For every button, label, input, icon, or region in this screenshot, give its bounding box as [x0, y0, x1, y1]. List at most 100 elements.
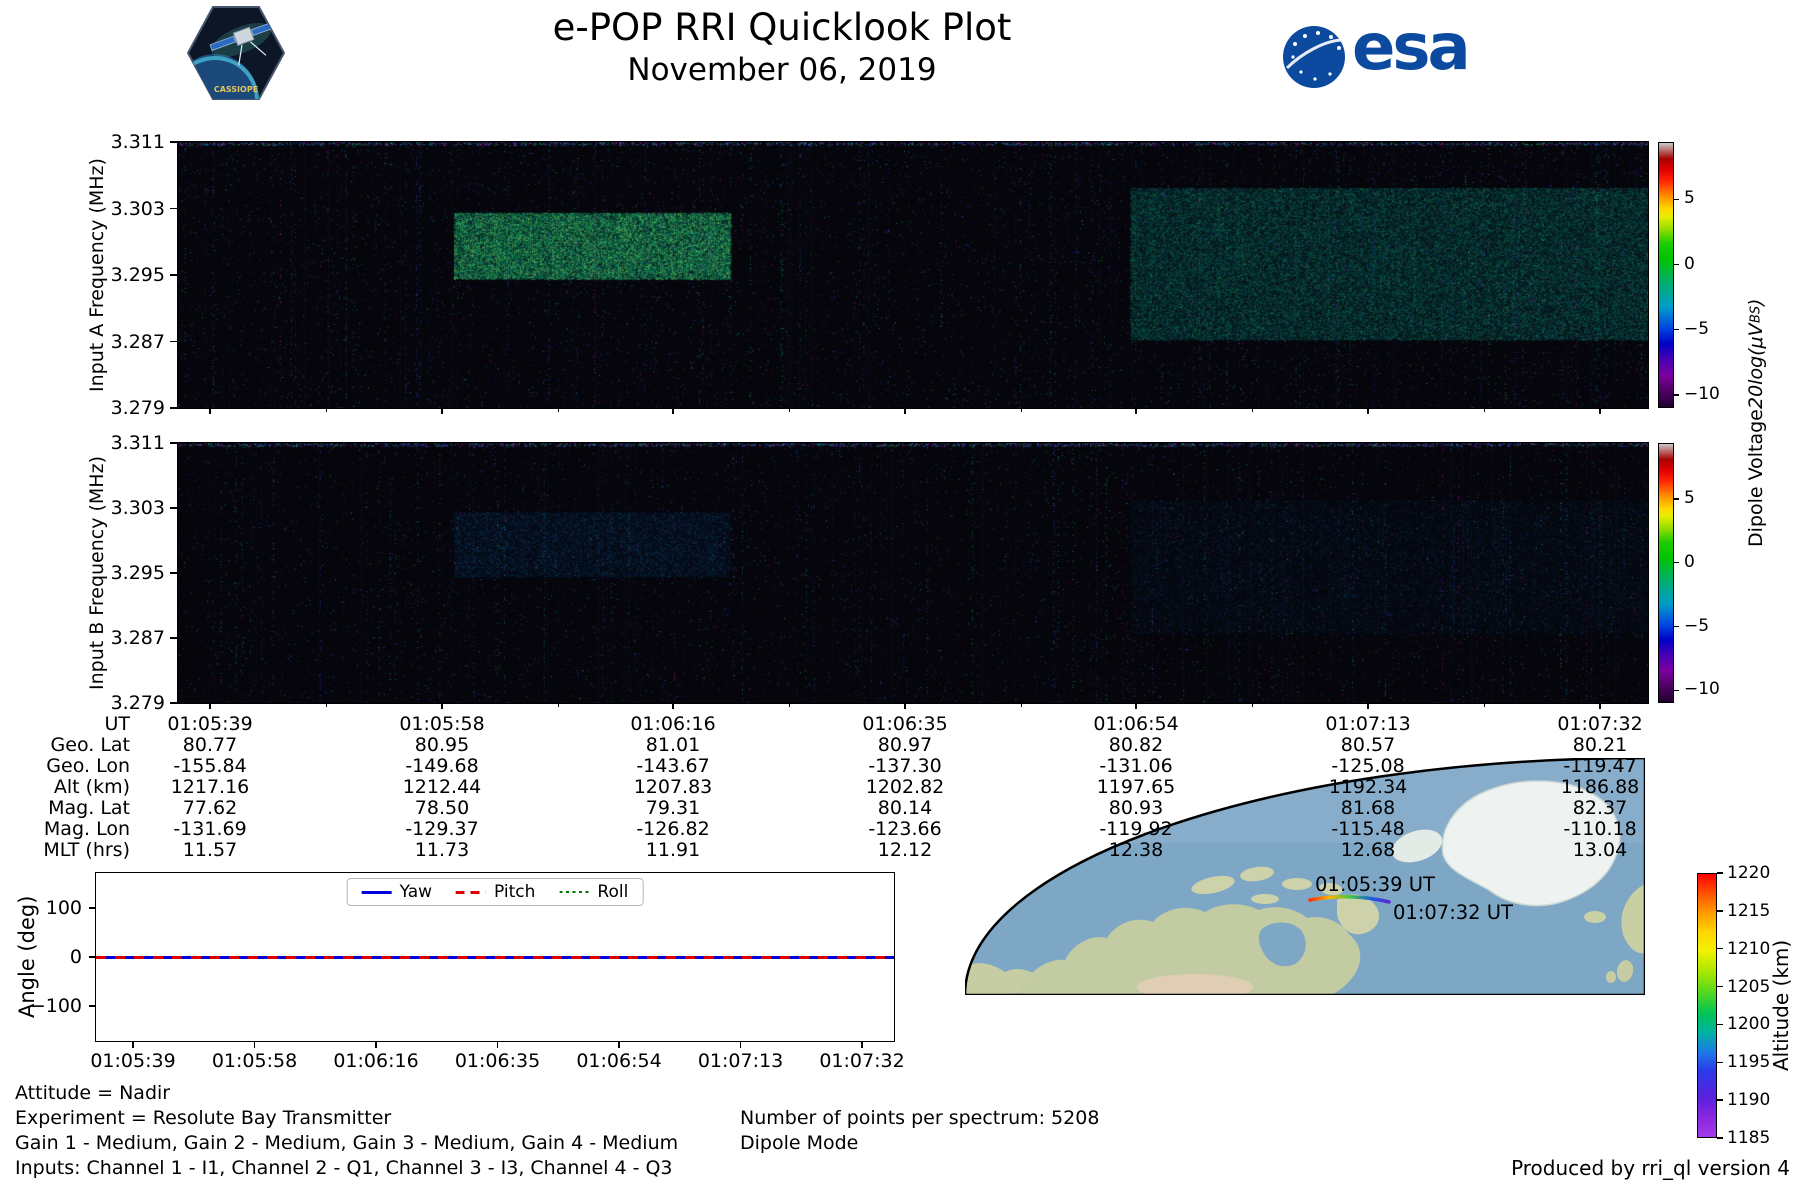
input-a-spectrogram-canvas	[177, 141, 1649, 409]
table-cell: 11.57	[182, 839, 238, 861]
legend-pitch-label: Pitch	[494, 882, 536, 902]
colorbar-tick-label: 0	[1684, 253, 1695, 274]
alt-tick-label: 1215	[1727, 900, 1771, 921]
time-tick-mark	[1135, 703, 1137, 709]
angle-xtick-label: 01:06:16	[333, 1050, 419, 1072]
table-cell: 82.37	[1572, 797, 1628, 819]
table-cell: -143.67	[636, 755, 710, 777]
mode-note: Dipole Mode	[740, 1132, 859, 1154]
angle-xtick-label: 01:05:39	[90, 1050, 176, 1072]
freq-tick-mark	[170, 407, 177, 409]
table-cell: 78.50	[414, 797, 470, 819]
angle-ytick-label: 100	[45, 897, 82, 919]
alt-tick-mark	[1717, 1023, 1723, 1026]
table-cell: 1202.82	[865, 776, 945, 798]
dipole-label-prefix: Dipole Voltage	[1745, 408, 1767, 547]
freq-tick-label: 3.287	[110, 330, 165, 353]
freq-tick-label: 3.279	[110, 692, 165, 714]
alt-tick-mark	[1717, 1061, 1723, 1063]
time-minor-tick-mark	[325, 408, 327, 412]
time-tick-mark	[1367, 408, 1369, 414]
alt-tick-label: 1210	[1727, 938, 1771, 959]
attitude-note: Attitude = Nadir	[15, 1082, 171, 1104]
table-cell: 1217.16	[170, 776, 250, 798]
colorbar-tick-label: 5	[1684, 188, 1695, 209]
angle-xtick-label: 01:07:13	[697, 1050, 784, 1072]
table-cell: 12.38	[1108, 839, 1164, 861]
colorbar-tick-mark	[1674, 198, 1679, 201]
table-cell: -155.84	[173, 755, 247, 777]
angle-xtick-mark	[253, 1042, 256, 1048]
table-cell: -126.82	[636, 818, 710, 840]
alt-tick-label: 1205	[1727, 976, 1771, 997]
angle-xtick-mark	[861, 1042, 863, 1048]
table-cell: 11.73	[414, 839, 470, 861]
angle-ytick-mark	[89, 907, 95, 909]
table-row-label: MLT (hrs)	[43, 839, 130, 861]
alt-tick-label: 1190	[1727, 1090, 1771, 1111]
time-tick-mark	[209, 408, 211, 414]
table-cell: 13.04	[1572, 839, 1628, 861]
freq-tick-label: 3.279	[110, 397, 165, 419]
legend-roll-label: Roll	[597, 882, 629, 902]
colorbar-tick-mark	[1674, 562, 1679, 564]
yaw-line-sample-icon	[361, 890, 392, 894]
angle-ytick-label: −100	[29, 995, 82, 1017]
angle-xtick-mark	[496, 1042, 499, 1048]
table-cell: -131.06	[1099, 755, 1173, 777]
page-date: November 06, 2019	[627, 52, 937, 88]
freq-tick-label: 3.311	[110, 131, 165, 153]
time-minor-tick-mark	[557, 703, 559, 707]
time-minor-tick-mark	[1483, 408, 1485, 412]
time-tick-mark	[441, 703, 443, 709]
patch-cassiope-label: CASSIOPE	[214, 85, 258, 94]
time-minor-tick-mark	[1020, 703, 1022, 707]
alt-tick-label: 1220	[1727, 863, 1771, 883]
table-cell: 01:05:39	[167, 713, 253, 735]
table-cell: -119.47	[1563, 755, 1637, 777]
freq-tick-mark	[170, 572, 177, 574]
table-cell: -123.66	[868, 818, 942, 840]
table-row-label: Mag. Lon	[43, 818, 130, 840]
table-cell: 80.14	[877, 797, 933, 819]
colorbar-tick-label: 5	[1684, 488, 1695, 509]
freq-tick-label: 3.303	[110, 197, 165, 220]
table-cell: -125.08	[1331, 755, 1405, 777]
freq-tick-mark	[170, 274, 177, 276]
legend-entry-yaw: Yaw	[361, 882, 432, 902]
table-cell: 81.68	[1340, 797, 1396, 819]
table-cell: 80.93	[1108, 797, 1164, 819]
alt-tick-label: 1200	[1727, 1014, 1771, 1035]
angle-xtick-label: 01:06:35	[454, 1050, 541, 1072]
time-minor-tick-mark	[1251, 408, 1253, 412]
time-minor-tick-mark	[788, 408, 790, 412]
dipole-label-math: 20log(μV	[1745, 323, 1767, 409]
experiment-note: Experiment = Resolute Bay Transmitter	[15, 1107, 392, 1129]
table-cell: 77.62	[182, 797, 238, 819]
table-cell: 79.31	[645, 797, 701, 819]
table-cell: -149.68	[405, 755, 479, 777]
colorbar-tick-mark	[1674, 394, 1679, 396]
time-tick-mark	[441, 408, 443, 414]
colorbar-tick-mark	[1674, 498, 1679, 500]
time-minor-tick-mark	[1483, 703, 1485, 707]
time-tick-mark	[904, 703, 906, 709]
time-tick-mark	[672, 703, 674, 709]
map-iceland	[1584, 911, 1606, 923]
time-tick-mark	[904, 408, 906, 414]
quicklook-figure: e-POP RRI Quicklook Plot November 06, 20…	[0, 0, 1800, 1200]
time-minor-tick-mark	[1020, 408, 1022, 412]
time-minor-tick-mark	[1251, 703, 1253, 707]
esa-logo-emblem	[1283, 26, 1345, 88]
time-minor-tick-mark	[325, 703, 327, 707]
alt-tick-mark	[1717, 1137, 1723, 1139]
track-end-label: 01:07:32 UT	[1393, 901, 1513, 924]
table-cell: -137.30	[868, 755, 942, 777]
table-cell: 12.68	[1340, 839, 1396, 861]
table-cell: 80.95	[414, 734, 470, 756]
esa-wordmark: esa	[1352, 11, 1471, 85]
table-cell: 80.77	[182, 734, 238, 756]
colorbar-tick-label: 0	[1684, 551, 1695, 572]
table-cell: 1186.88	[1560, 776, 1640, 798]
table-cell: 1212.44	[402, 776, 482, 798]
